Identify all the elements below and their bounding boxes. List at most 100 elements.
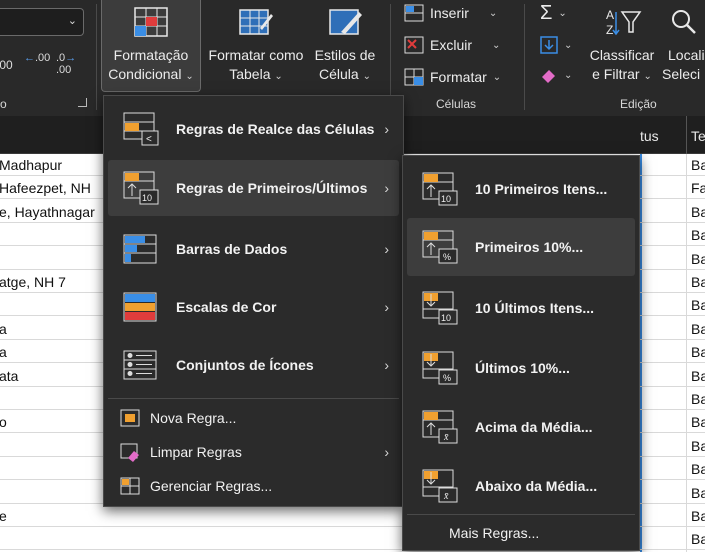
chevron-right-icon: › <box>384 121 389 137</box>
clear-button[interactable]: ⌄ <box>540 66 572 84</box>
address-cell[interactable]: a <box>0 344 7 360</box>
increase-decimal-button[interactable]: ←.00 <box>24 52 50 80</box>
chevron-down-icon: ⌄ <box>564 69 573 81</box>
type-cell[interactable]: Ba <box>691 321 705 337</box>
chevron-down-icon: ⌄ <box>492 71 502 83</box>
cond-format-line2: Condicional ⌄ <box>108 66 194 82</box>
highlight-cells-icon: < <box>123 112 159 146</box>
cell-styles-line1: Estilos de <box>314 47 376 63</box>
svg-text:<: < <box>146 134 152 145</box>
type-cell[interactable]: Fa <box>691 180 705 196</box>
top-10-percent-item[interactable]: % Primeiros 10%... <box>407 218 635 276</box>
address-cell[interactable]: e, Hayathnagar <box>0 204 95 220</box>
find-select-button[interactable]: Locali Seleci <box>660 0 705 92</box>
insert-cells-icon <box>404 4 424 22</box>
fill-down-icon <box>540 36 558 54</box>
type-cell[interactable]: Ba <box>691 157 705 173</box>
conditional-formatting-button[interactable]: Formatação Condicional ⌄ <box>101 0 201 92</box>
type-cell[interactable]: Ba <box>691 368 705 384</box>
top-bottom-rules-item[interactable]: 10 Regras de Primeiros/Últimos › <box>108 160 399 216</box>
clear-rules-icon <box>120 443 139 462</box>
svg-text:%: % <box>443 373 451 383</box>
type-cell[interactable]: Ba <box>691 251 705 267</box>
chevron-right-icon: › <box>384 180 389 196</box>
editing-group-label: Edição <box>620 97 657 111</box>
svg-text:10: 10 <box>142 193 152 203</box>
highlight-cells-rules-item[interactable]: < Regras de Realce das Células › <box>108 104 399 154</box>
type-cell[interactable]: Ba <box>691 297 705 313</box>
address-cell[interactable]: a <box>0 321 7 337</box>
type-cell[interactable]: Ba <box>691 344 705 360</box>
address-cell[interactable]: atge, NH 7 <box>0 274 66 290</box>
address-cell[interactable]: Madhapur <box>0 157 62 173</box>
svg-text:Z: Z <box>606 23 613 37</box>
format-button[interactable]: Formatar ⌄ <box>404 68 501 86</box>
top-bottom-rules-icon: 10 <box>123 171 159 205</box>
data-bars-icon <box>123 234 157 264</box>
sort-filter-icon: A Z <box>606 8 642 37</box>
svg-text:A: A <box>606 8 614 22</box>
type-cell[interactable]: Ba <box>691 204 705 220</box>
delete-cells-icon <box>404 36 424 54</box>
chevron-down-icon: ⌄ <box>558 8 567 19</box>
sort-filter-line2: e Filtrar ⌄ <box>592 66 652 82</box>
type-cell[interactable]: Ba <box>691 531 705 547</box>
type-cell[interactable]: Ba <box>691 438 705 454</box>
insert-button[interactable]: Inserir ⌄ <box>404 4 497 22</box>
status-column-header[interactable]: tus <box>640 128 659 144</box>
dialog-launcher-icon[interactable] <box>78 98 87 107</box>
svg-text:x̄: x̄ <box>443 432 449 443</box>
color-scales-item[interactable]: Escalas de Cor › <box>108 280 399 334</box>
clear-rules-item[interactable]: Limpar Regras › <box>108 436 399 468</box>
type-cell[interactable]: Ba <box>691 274 705 290</box>
chevron-right-icon: › <box>384 241 389 257</box>
type-cell[interactable]: Ba <box>691 485 705 501</box>
chevron-down-icon: ⌄ <box>274 71 283 82</box>
sort-filter-line1: Classificar <box>589 47 655 63</box>
delete-button[interactable]: Excluir ⌄ <box>404 36 500 54</box>
below-average-item[interactable]: x̄ Abaixo da Média... <box>407 458 635 514</box>
type-cell[interactable]: Ba <box>691 461 705 477</box>
chevron-down-icon: ⌄ <box>185 71 194 82</box>
new-rule-item[interactable]: Nova Regra... <box>108 402 399 434</box>
color-scales-icon <box>123 292 157 322</box>
top-10-items-item[interactable]: 10 10 Primeiros Itens... <box>407 162 635 216</box>
chevron-down-icon: ⌄ <box>67 15 77 27</box>
data-bars-item[interactable]: Barras de Dados › <box>108 222 399 276</box>
address-cell[interactable]: Hafeezpet, NH <box>0 180 91 196</box>
cell-styles-button[interactable]: Estilos de Célula ⌄ <box>311 0 379 92</box>
icon-sets-item[interactable]: Conjuntos de Ícones › <box>108 338 399 392</box>
decrease-decimal-button[interactable]: .0→ .00 <box>56 52 82 80</box>
te-column-header[interactable]: Te <box>691 128 705 144</box>
svg-text:10: 10 <box>441 313 451 323</box>
above-average-item[interactable]: x̄ Acima da Média... <box>407 398 635 456</box>
manage-rules-item[interactable]: Gerenciar Regras... <box>108 470 399 502</box>
chevron-right-icon: › <box>384 444 389 460</box>
find-select-line2: Seleci <box>662 66 701 82</box>
cells-group-label: Células <box>436 97 477 111</box>
address-cell[interactable]: e <box>0 508 7 524</box>
bottom-10-items-item[interactable]: 10 10 Últimos Itens... <box>407 280 635 336</box>
sort-filter-button[interactable]: A Z Classificar e Filtrar ⌄ <box>586 0 658 92</box>
fill-button[interactable]: ⌄ <box>540 36 572 54</box>
bottom-10-icon: 10 <box>422 291 458 325</box>
bottom-percent-icon: % <box>422 351 458 385</box>
svg-text:%: % <box>443 252 451 262</box>
chevron-down-icon: ⌄ <box>362 71 371 82</box>
type-cell[interactable]: Ba <box>691 227 705 243</box>
format-cells-icon <box>404 68 424 86</box>
type-cell[interactable]: Ba <box>691 391 705 407</box>
type-cell[interactable]: Ba <box>691 508 705 524</box>
top-10-icon: 10 <box>422 172 458 206</box>
chevron-down-icon: ⌄ <box>643 71 652 82</box>
bottom-10-percent-item[interactable]: % Últimos 10%... <box>407 340 635 396</box>
format-as-table-button[interactable]: Formatar como Tabela ⌄ <box>203 0 309 92</box>
address-cell[interactable]: ata <box>0 368 18 384</box>
number-format-dropdown[interactable]: ⌄ <box>0 8 84 36</box>
more-rules-item[interactable]: Mais Regras... <box>407 518 635 548</box>
cell-styles-line2: Célula ⌄ <box>319 66 371 82</box>
type-cell[interactable]: Ba <box>691 414 705 430</box>
manage-rules-icon <box>120 477 140 495</box>
autosum-button[interactable]: Σ ⌄ <box>540 2 567 25</box>
address-cell[interactable]: o <box>0 414 7 430</box>
